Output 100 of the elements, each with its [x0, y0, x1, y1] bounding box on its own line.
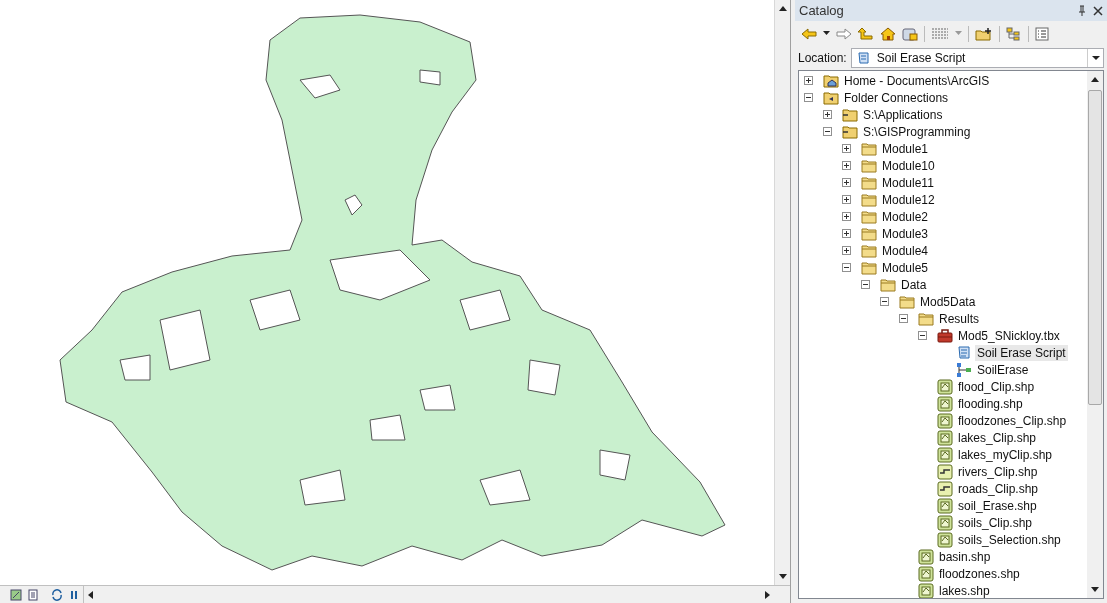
tree-item[interactable]: soil_Erase.shp	[956, 497, 1039, 514]
folder-icon	[880, 276, 896, 293]
folder-icon	[842, 123, 858, 140]
polygon-layer-icon	[937, 412, 953, 429]
script-icon	[956, 344, 972, 361]
folder-icon	[861, 242, 877, 259]
model-icon	[956, 361, 972, 378]
collapse-icon[interactable]	[861, 280, 870, 289]
folder-icon	[861, 208, 877, 225]
polygon-layer-icon	[937, 395, 953, 412]
tree-item[interactable]: Module12	[880, 191, 937, 208]
tree-item[interactable]: lakes_Clip.shp	[956, 429, 1039, 446]
tree-item[interactable]: flooding.shp	[956, 395, 1025, 412]
tree-item[interactable]: lakes_myClip.shp	[956, 446, 1055, 463]
polygon-layer-icon	[937, 514, 953, 531]
tree-item[interactable]: Soil Erase Script	[975, 344, 1068, 361]
line-layer-icon	[937, 463, 953, 480]
folder-icon	[861, 157, 877, 174]
polygon-layer-icon	[918, 582, 934, 598]
layout-view-icon[interactable]	[10, 588, 22, 601]
expand-icon[interactable]	[842, 246, 851, 255]
tree-item[interactable]: roads_Clip.shp	[956, 480, 1041, 497]
tree-item[interactable]: Module5	[880, 259, 931, 276]
tree-item[interactable]: Module2	[880, 208, 931, 225]
script-icon	[855, 50, 872, 66]
tree-item[interactable]: S:\GISProgramming	[861, 123, 973, 140]
collapse-icon[interactable]	[880, 297, 889, 306]
tree-item[interactable]: SoilErase	[975, 361, 1031, 378]
location-combobox[interactable]: Soil Erase Script	[850, 48, 1104, 68]
folder-icon	[918, 310, 934, 327]
collapse-icon[interactable]	[918, 331, 927, 340]
page-icon[interactable]	[27, 588, 39, 601]
collapse-icon[interactable]	[823, 127, 832, 136]
line-layer-icon	[937, 480, 953, 497]
tree-item[interactable]: Mod5Data	[918, 293, 978, 310]
expand-icon[interactable]	[842, 144, 851, 153]
expand-icon[interactable]	[842, 229, 851, 238]
scrollbar-thumb[interactable]	[1088, 90, 1102, 405]
polygon-layer-icon	[918, 565, 934, 582]
close-icon[interactable]	[1093, 5, 1103, 16]
collapse-icon[interactable]	[804, 93, 813, 102]
expand-icon[interactable]	[842, 195, 851, 204]
details-icon[interactable]	[1035, 26, 1049, 41]
home-icon[interactable]	[880, 26, 896, 41]
polygon-layer-icon	[918, 548, 934, 565]
tree-item[interactable]: lakes.shp	[937, 582, 992, 598]
tree-item[interactable]: floodzones_Clip.shp	[956, 412, 1069, 429]
folder-icon	[842, 106, 858, 123]
expand-icon[interactable]	[842, 212, 851, 221]
polygon-layer-icon	[937, 378, 953, 395]
tree-item[interactable]: basin.shp	[937, 548, 993, 565]
tree-item[interactable]: floodzones.shp	[937, 565, 1022, 582]
folder-icon	[861, 140, 877, 157]
pin-icon[interactable]	[1077, 4, 1087, 17]
new-folder-icon[interactable]	[975, 26, 993, 41]
folder-icon	[823, 89, 839, 106]
tree-item[interactable]: Module3	[880, 225, 931, 242]
tree-item[interactable]: Results	[937, 310, 981, 327]
up-arrow-icon[interactable]	[858, 26, 874, 41]
dropdown-caret-icon[interactable]	[823, 31, 830, 36]
folder-icon	[899, 293, 915, 310]
tree-item[interactable]: rivers_Clip.shp	[956, 463, 1040, 480]
polygon-layer-icon	[937, 446, 953, 463]
tree-item[interactable]: Folder Connections	[842, 89, 951, 106]
tree-item[interactable]: Module1	[880, 140, 931, 157]
tree-item[interactable]: soils_Selection.shp	[956, 531, 1063, 548]
pause-icon[interactable]	[69, 588, 79, 601]
tree-scrollbar[interactable]	[1087, 71, 1103, 598]
tree-item[interactable]: Module4	[880, 242, 931, 259]
folder-icon	[861, 174, 877, 191]
polygon-layer-icon	[937, 531, 953, 548]
polygon-layer-icon	[937, 429, 953, 446]
vertical-scrollbar[interactable]	[774, 0, 790, 585]
dropdown-arrow-icon[interactable]	[1087, 49, 1103, 67]
tree-item[interactable]: soils_Clip.shp	[956, 514, 1035, 531]
expand-icon[interactable]	[804, 76, 813, 85]
refresh-icon[interactable]	[51, 588, 63, 601]
tree-item[interactable]: Mod5_SNickloy.tbx	[956, 327, 1062, 344]
expand-icon[interactable]	[842, 178, 851, 187]
tree-item[interactable]: S:\Applications	[861, 106, 945, 123]
folder-icon	[861, 225, 877, 242]
folder-icon	[861, 191, 877, 208]
tree-view-icon[interactable]	[1006, 26, 1022, 41]
tree-item[interactable]: flood_Clip.shp	[956, 378, 1037, 395]
toolbox-icon	[937, 327, 953, 344]
collapse-icon[interactable]	[842, 263, 851, 272]
expand-icon[interactable]	[842, 161, 851, 170]
folder-icon	[861, 259, 877, 276]
tree-item[interactable]: Home - Documents\ArcGIS	[842, 72, 992, 89]
panel-title: Catalog	[799, 1, 844, 20]
folder-home-icon	[823, 72, 839, 89]
location-label: Location:	[798, 50, 847, 67]
collapse-icon[interactable]	[899, 314, 908, 323]
tree-item[interactable]: Module10	[880, 157, 937, 174]
tree-item[interactable]: Data	[899, 276, 929, 293]
back-arrow-icon[interactable]	[801, 26, 817, 41]
tree-item[interactable]: Module11	[880, 174, 936, 191]
expand-icon[interactable]	[823, 110, 832, 119]
polygon-layer-icon	[937, 497, 953, 514]
forward-arrow-icon[interactable]	[836, 26, 852, 41]
